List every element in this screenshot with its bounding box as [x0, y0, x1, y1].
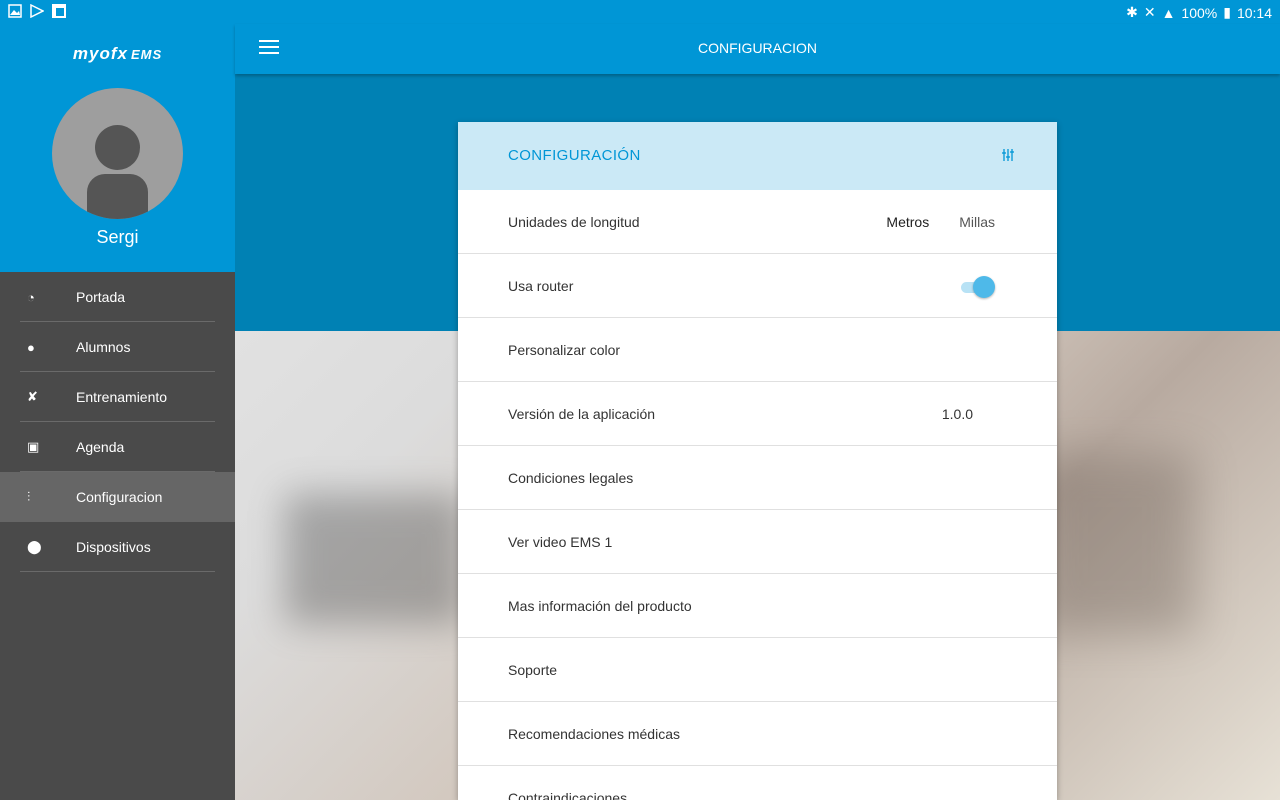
clock: 10:14	[1236, 4, 1272, 21]
settings-card: CONFIGURACIÓN Unidades de longitud Metro…	[458, 122, 1057, 800]
product-info-label: Mas información del producto	[508, 597, 692, 614]
color-label: Personalizar color	[508, 341, 621, 358]
units-selector: Metros Millas	[886, 214, 995, 230]
drawer-header: myofx EMS Sergi	[0, 24, 235, 272]
background-photo-blur	[285, 494, 465, 624]
contraindications-row[interactable]: Contraindicaciones	[458, 766, 1057, 800]
mute-icon: ✕	[1143, 4, 1156, 20]
units-row: Unidades de longitud Metros Millas	[458, 190, 1057, 254]
sidebar-item-label: Configuracion	[76, 489, 163, 505]
version-row: Versión de la aplicación 1.0.0	[458, 382, 1057, 446]
sidebar-item-label: Agenda	[76, 439, 125, 455]
card-header: CONFIGURACIÓN	[458, 122, 1057, 190]
battery-level: 100%	[1181, 4, 1218, 21]
units-option-millas[interactable]: Millas	[959, 214, 995, 230]
product-info-row[interactable]: Mas información del producto	[458, 574, 1057, 638]
medical-row[interactable]: Recomendaciones médicas	[458, 702, 1057, 766]
sidebar-item-alumnos[interactable]: ● Alumnos	[0, 322, 235, 372]
medical-label: Recomendaciones médicas	[508, 725, 680, 742]
play-store-icon	[30, 3, 45, 19]
video-label: Ver video EMS 1	[508, 533, 613, 550]
avatar-body	[87, 174, 148, 219]
navigation-drawer: myofx EMS Sergi ◔ Portada ● Alumnos ✘ Ent…	[0, 24, 235, 800]
background-photo-blur	[1035, 454, 1195, 634]
router-row: Usa router	[458, 254, 1057, 318]
app-logo: myofx EMS	[0, 44, 235, 64]
sidebar-item-entrenamiento[interactable]: ✘ Entrenamiento	[0, 372, 235, 422]
router-toggle[interactable]	[959, 276, 995, 298]
logo-suffix: EMS	[130, 47, 163, 62]
units-option-metros[interactable]: Metros	[886, 214, 929, 230]
app-bar: CONFIGURACION	[235, 24, 1280, 74]
legal-label: Condiciones legales	[508, 469, 634, 486]
sidebar-item-label: Portada	[76, 289, 126, 305]
units-label: Unidades de longitud	[508, 213, 640, 230]
wifi-icon: ▲	[1161, 4, 1176, 21]
status-bar: ✱ ✕ ▲ 100% ▮ 10:14	[0, 0, 1280, 24]
dashboard-icon: ◔	[27, 289, 35, 305]
video-row[interactable]: Ver video EMS 1	[458, 510, 1057, 574]
calendar-icon: ▣	[27, 439, 40, 454]
sidebar-item-agenda[interactable]: ▣ Agenda	[0, 422, 235, 472]
card-title: CONFIGURACIÓN	[508, 147, 641, 164]
devices-icon: ⬤	[27, 539, 42, 554]
battery-icon: ▮	[1223, 4, 1231, 20]
legal-row[interactable]: Condiciones legales	[458, 446, 1057, 510]
avatar-head	[95, 125, 140, 170]
training-icon: ✘	[27, 389, 38, 404]
support-label: Soporte	[508, 661, 558, 678]
sidebar-item-dispositivos[interactable]: ⬤ Dispositivos	[0, 522, 235, 572]
page-title: CONFIGURACION	[698, 40, 817, 56]
nav-list: ◔ Portada ● Alumnos ✘ Entrenamiento ▣ Ag…	[0, 272, 235, 572]
logo-text: myofx	[72, 44, 128, 63]
gallery-icon	[8, 4, 22, 18]
person-icon: ●	[27, 339, 35, 355]
sidebar-item-label: Entrenamiento	[76, 389, 168, 405]
sliders-icon	[1001, 148, 1015, 165]
toggle-thumb	[973, 276, 995, 298]
sidebar-item-label: Dispositivos	[76, 539, 151, 555]
color-row[interactable]: Personalizar color	[458, 318, 1057, 382]
sidebar-item-configuracion[interactable]: ⫶ Configuracion	[0, 472, 235, 522]
sliders-icon: ⫶	[27, 489, 31, 504]
sidebar-item-label: Alumnos	[76, 339, 131, 355]
router-label: Usa router	[508, 277, 574, 294]
support-row[interactable]: Soporte	[458, 638, 1057, 702]
sidebar-item-portada[interactable]: ◔ Portada	[0, 272, 235, 322]
username: Sergi	[96, 227, 139, 247]
bluetooth-icon: ✱	[1126, 4, 1138, 20]
version-label: Versión de la aplicación	[508, 405, 656, 422]
contraindications-label: Contraindicaciones	[508, 789, 628, 800]
flipboard-icon	[52, 4, 66, 18]
version-value: 1.0.0	[941, 405, 973, 422]
avatar[interactable]	[52, 88, 183, 219]
